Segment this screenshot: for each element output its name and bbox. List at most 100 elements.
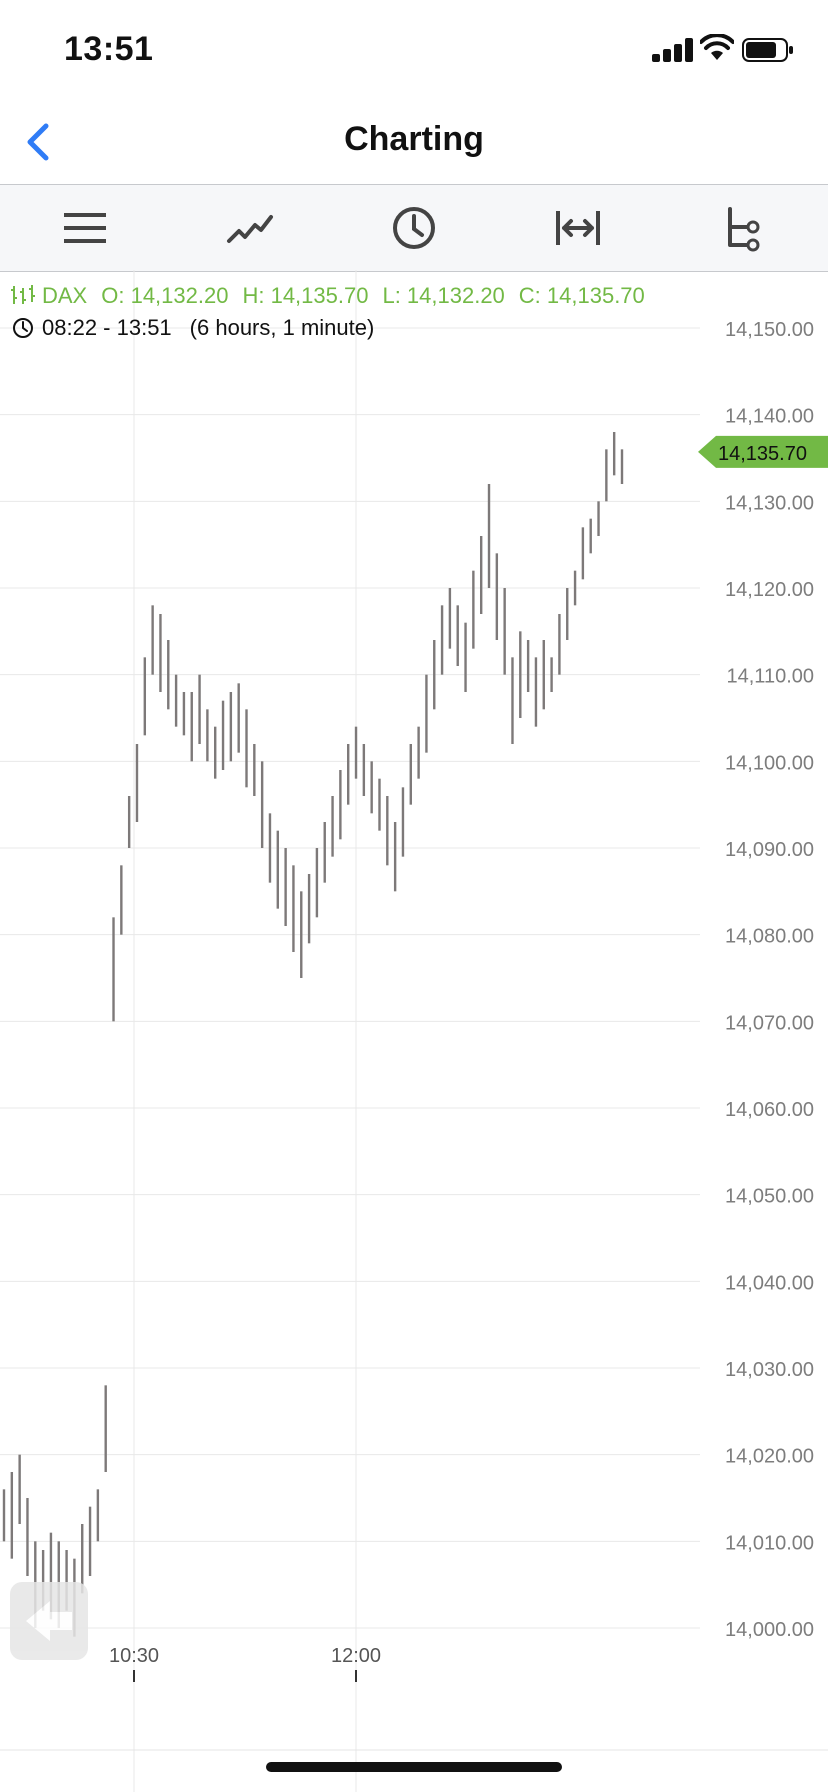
menu-button[interactable] [56,199,116,257]
ohlc-bars-icon [11,285,35,304]
price-bar [386,796,389,866]
price-bar [558,614,561,675]
price-bar [104,1385,107,1472]
price-bar [300,891,303,978]
price-bar [127,796,131,848]
price-bar [237,683,240,753]
close-value: C: 14,135.70 [518,283,645,308]
price-bar [339,770,342,840]
price-bar [182,692,186,736]
price-bar [566,588,569,640]
price-bar [433,640,436,710]
price-bar [10,1472,14,1559]
price-bar [253,744,256,796]
price-bar [612,432,616,476]
price-bar [88,1506,92,1576]
menu-icon [64,213,106,243]
price-bar [448,588,452,649]
price-bar [464,622,467,692]
price-bar [550,657,553,692]
price-bar [276,830,279,909]
price-bar [315,848,319,918]
clock-small-icon [13,318,33,338]
ohlc-readout: DAX O: 14,132.20 H: 14,135.70 L: 14,132.20 C… [10,283,659,309]
fit-width-button[interactable] [548,199,608,257]
chart-toolbar [0,184,828,272]
price-bar [393,822,397,892]
status-time: 13:51 [64,30,154,68]
price-bar [378,778,381,831]
price-bar [323,822,326,883]
y-tick-label: 14,000.00 [725,1619,814,1641]
price-bar [18,1454,21,1524]
last-price-label: 14,135.70 [718,443,807,465]
y-tick-label: 14,070.00 [725,1012,814,1034]
y-tick-label: 14,030.00 [725,1359,814,1381]
price-bar [354,726,358,779]
open-value: O: 14,132.20 [101,283,229,308]
y-tick-label: 14,020.00 [725,1446,814,1468]
fit-width-icon [556,211,600,245]
price-bar [260,761,264,848]
price-bar [605,449,608,502]
price-bar [534,657,538,727]
price-bar [245,709,248,788]
price-bar [143,657,147,736]
price-bar [151,605,154,675]
price-bar [167,640,170,710]
price-bar [268,813,272,883]
price-bar [511,657,514,744]
scroll-left-button[interactable] [10,1582,88,1660]
chart-type-button[interactable] [219,199,279,257]
clock-icon [393,207,435,249]
price-bar [620,449,624,484]
price-bar [362,744,366,796]
time-duration: (6 hours, 1 minute) [189,315,375,340]
price-chart[interactable]: 14,150.00 14,140.00 14,130.00 14,120.00 14,1… [0,270,828,1792]
battery-icon [742,38,793,62]
high-value: H: 14,135.70 [242,283,369,308]
price-bar [573,570,577,606]
wifi-icon [700,34,734,60]
y-tick-label: 14,120.00 [725,579,814,601]
status-bar: 13:51 [0,0,828,100]
price-bar [440,605,444,675]
time-range-readout: 08:22 - 13:51 (6 hours, 1 minute) [12,315,374,341]
price-bar [206,709,209,762]
price-bar [214,726,217,779]
timeframe-button[interactable] [384,199,444,257]
price-bar [487,484,491,588]
price-bar [221,700,225,770]
y-tick-label: 14,010.00 [725,1532,814,1554]
indicator-tree-icon [728,207,760,252]
y-tick-label: 14,140.00 [725,406,814,428]
price-bar [292,865,295,952]
price-bar [307,874,311,944]
y-tick-label: 14,150.00 [725,319,814,341]
price-bar [229,692,233,762]
y-tick-label: 14,050.00 [725,1186,814,1208]
price-bar [198,674,201,744]
price-bar [112,917,115,1022]
low-value: L: 14,132.20 [382,283,505,308]
price-bar [331,796,334,857]
price-bar [159,614,162,692]
line-chart-icon [227,215,273,243]
y-tick-label: 14,130.00 [725,492,814,514]
price-bar [2,1489,6,1542]
price-bar [409,744,412,805]
price-bar [597,501,600,536]
price-bar [581,527,585,580]
price-bar [284,848,287,926]
price-bar [26,1498,29,1576]
instrument-symbol: DAX [42,283,88,308]
price-bar [417,726,420,779]
price-bar [401,787,405,857]
price-bar [503,588,506,675]
price-bar [425,674,428,753]
y-tick-label: 14,040.00 [725,1272,814,1294]
price-bar [370,761,373,814]
price-bar [120,865,123,935]
indicators-button[interactable] [712,199,772,257]
price-bar [190,692,193,762]
